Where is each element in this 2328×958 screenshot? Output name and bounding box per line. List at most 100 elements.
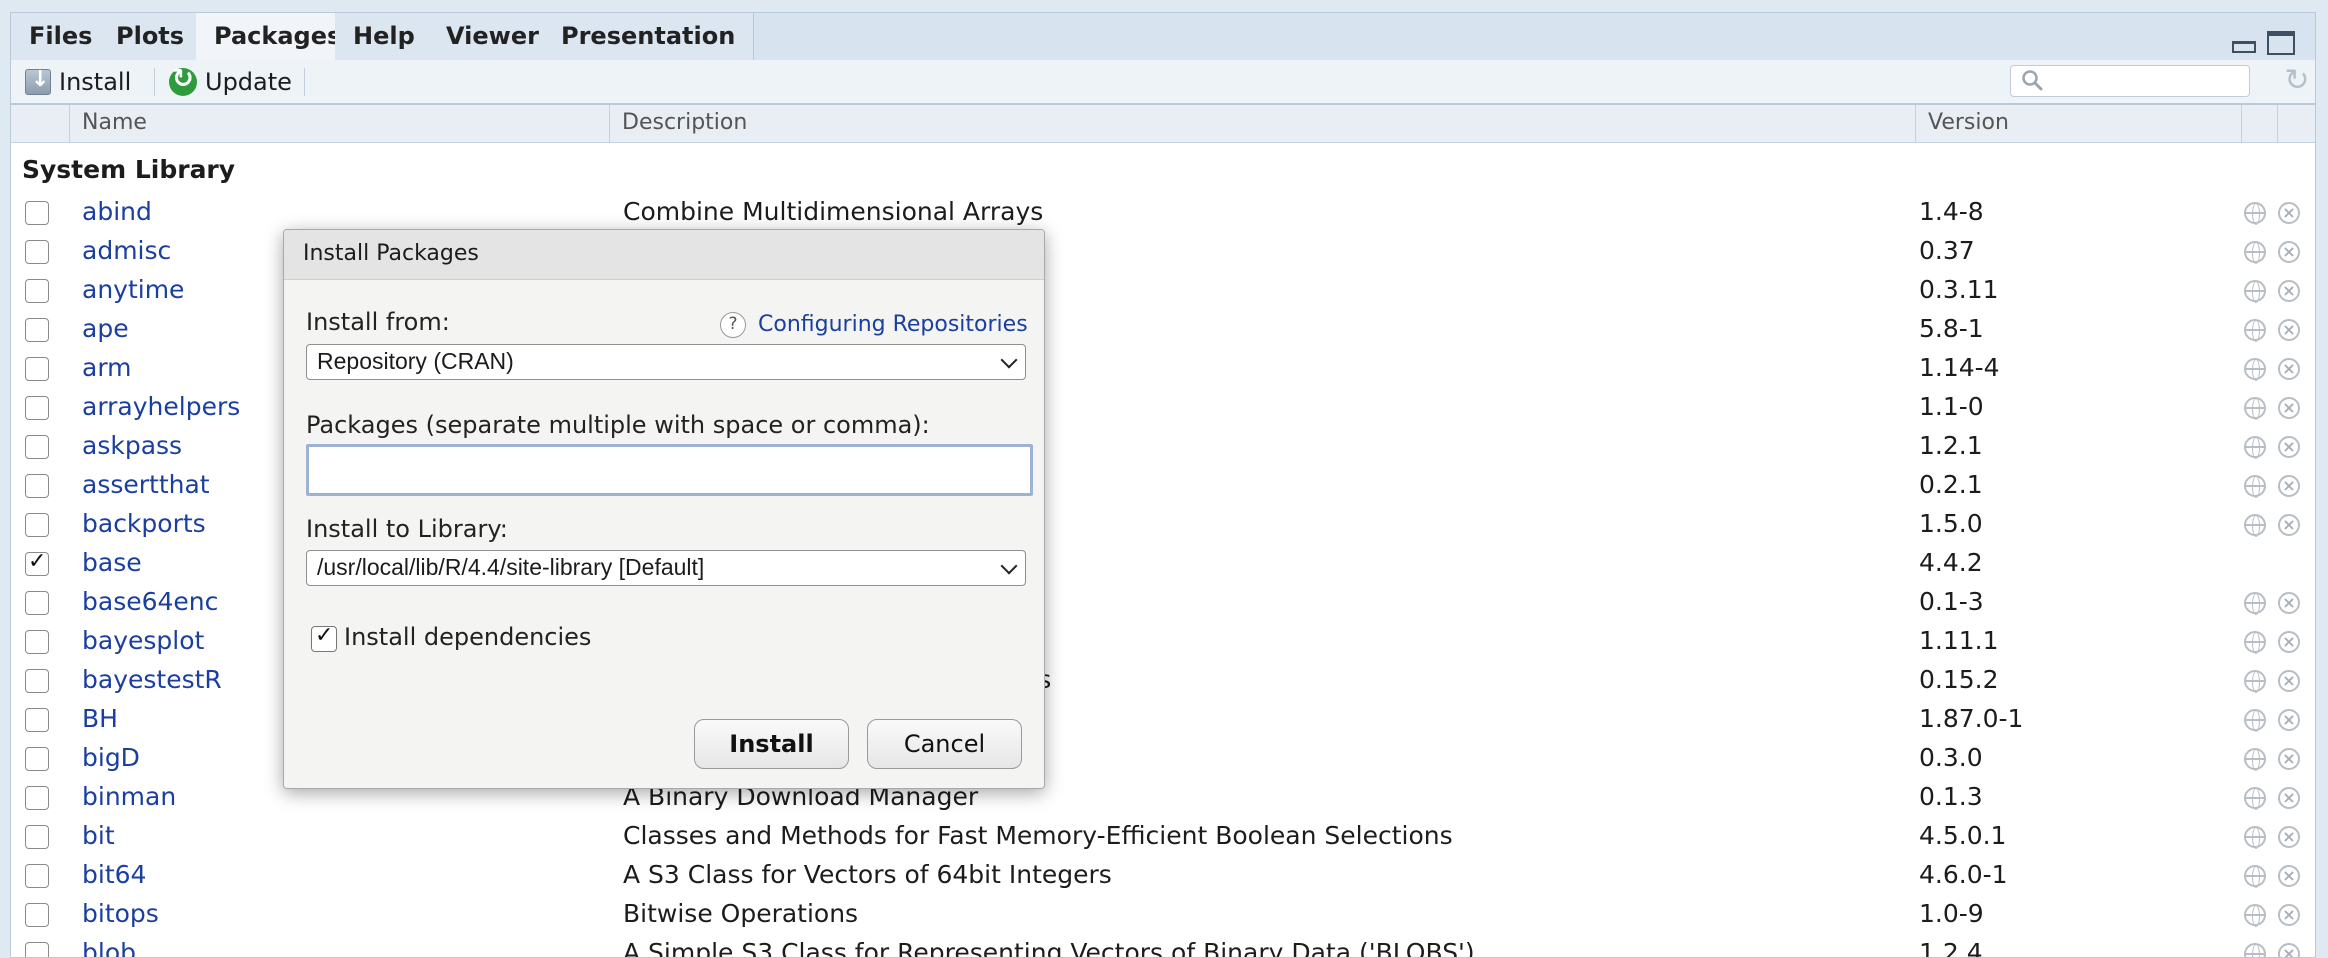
globe-icon[interactable] [2244,592,2266,615]
remove-package-icon[interactable]: × [2278,592,2300,614]
globe-icon[interactable] [2244,748,2266,771]
tab-files[interactable]: Files [11,13,112,60]
package-loaded-checkbox[interactable] [25,786,49,810]
package-name-link[interactable]: abind [82,197,152,226]
package-name-link[interactable]: bayesplot [82,626,204,655]
globe-icon[interactable] [2244,241,2266,264]
globe-icon[interactable] [2244,787,2266,810]
install-dependencies-checkbox[interactable] [311,623,337,652]
package-loaded-checkbox[interactable] [25,864,49,888]
remove-package-icon[interactable]: × [2278,826,2300,848]
package-name-link[interactable]: bitops [82,899,159,928]
header-description[interactable]: Description [609,105,1915,143]
package-loaded-checkbox[interactable] [25,669,49,693]
remove-package-icon[interactable]: × [2278,943,2300,957]
package-name-link[interactable]: bigD [82,743,140,772]
install-button[interactable]: Install [694,719,849,769]
package-loaded-checkbox[interactable] [25,474,49,498]
remove-package-icon[interactable]: × [2278,670,2300,692]
package-loaded-checkbox[interactable] [25,435,49,459]
package-name-link[interactable]: ape [82,314,129,343]
remove-package-icon[interactable]: × [2278,904,2300,926]
header-name[interactable]: Name [69,105,609,143]
globe-icon[interactable] [2244,865,2266,888]
remove-package-icon[interactable]: × [2278,241,2300,263]
remove-package-icon[interactable]: × [2278,475,2300,497]
package-name-link[interactable]: bayestestR [82,665,222,694]
install-packages-button[interactable]: Install [25,60,131,104]
remove-package-icon[interactable]: × [2278,358,2300,380]
install-to-library-select[interactable]: /usr/local/lib/R/4.4/site-library [Defau… [306,550,1026,586]
package-loaded-checkbox[interactable] [25,513,49,537]
tab-plots[interactable]: Plots [98,13,204,60]
package-name-link[interactable]: backports [82,509,206,538]
package-name-link[interactable]: bit64 [82,860,146,889]
package-search-input[interactable] [2010,65,2250,97]
install-dependencies-label[interactable]: Install dependencies [344,623,591,651]
refresh-icon[interactable]: ↻ [2280,64,2314,98]
remove-package-icon[interactable]: × [2278,748,2300,770]
globe-icon[interactable] [2244,514,2266,537]
package-name-link[interactable]: base [82,548,142,577]
package-name-link[interactable]: askpass [82,431,182,460]
package-name-link[interactable]: arrayhelpers [82,392,240,421]
package-name-link[interactable]: base64enc [82,587,218,616]
globe-icon[interactable] [2244,826,2266,849]
package-loaded-checkbox[interactable] [25,240,49,264]
tab-viewer[interactable]: Viewer [428,13,558,60]
help-icon[interactable]: ? [720,312,746,338]
remove-package-icon[interactable]: × [2278,709,2300,731]
package-loaded-checkbox[interactable] [25,747,49,771]
update-packages-button[interactable]: Update [169,60,292,104]
globe-icon[interactable] [2244,280,2266,303]
tab-help[interactable]: Help [335,13,434,60]
globe-icon[interactable] [2244,202,2266,225]
globe-icon[interactable] [2244,943,2266,957]
minimize-pane-icon[interactable] [2230,31,2258,55]
globe-icon[interactable] [2244,709,2266,732]
package-loaded-checkbox[interactable] [25,825,49,849]
install-from-select[interactable]: Repository (CRAN) [306,344,1026,380]
remove-package-icon[interactable]: × [2278,397,2300,419]
header-version[interactable]: Version [1915,105,2241,143]
package-name-link[interactable]: BH [82,704,118,733]
remove-package-icon[interactable]: × [2278,865,2300,887]
remove-package-icon[interactable]: × [2278,202,2300,224]
package-name-link[interactable]: assertthat [82,470,210,499]
remove-package-icon[interactable]: × [2278,319,2300,341]
remove-package-icon[interactable]: × [2278,787,2300,809]
package-name-link[interactable]: arm [82,353,132,382]
package-name-link[interactable]: blob [82,938,136,957]
package-loaded-checkbox[interactable] [25,396,49,420]
globe-icon[interactable] [2244,358,2266,381]
package-name-link[interactable]: bit [82,821,115,850]
tab-presentation[interactable]: Presentation [543,13,755,60]
package-loaded-checkbox[interactable] [25,903,49,927]
remove-package-icon[interactable]: × [2278,514,2300,536]
package-loaded-checkbox[interactable] [25,549,49,576]
remove-package-icon[interactable]: × [2278,631,2300,653]
globe-icon[interactable] [2244,436,2266,459]
globe-icon[interactable] [2244,904,2266,927]
globe-icon[interactable] [2244,475,2266,498]
globe-icon[interactable] [2244,670,2266,693]
packages-input[interactable] [306,444,1033,496]
package-name-link[interactable]: binman [82,782,176,811]
globe-icon[interactable] [2244,319,2266,342]
remove-package-icon[interactable]: × [2278,436,2300,458]
package-loaded-checkbox[interactable] [25,201,49,225]
globe-icon[interactable] [2244,397,2266,420]
package-loaded-checkbox[interactable] [25,630,49,654]
package-loaded-checkbox[interactable] [25,591,49,615]
package-name-link[interactable]: admisc [82,236,171,265]
configuring-repositories-link[interactable]: Configuring Repositories [758,312,1028,337]
package-name-link[interactable]: anytime [82,275,184,304]
package-loaded-checkbox[interactable] [25,708,49,732]
globe-icon[interactable] [2244,631,2266,654]
package-loaded-checkbox[interactable] [25,942,49,957]
maximize-pane-icon[interactable] [2267,31,2295,55]
remove-package-icon[interactable]: × [2278,280,2300,302]
package-loaded-checkbox[interactable] [25,279,49,303]
package-loaded-checkbox[interactable] [25,357,49,381]
cancel-button[interactable]: Cancel [867,719,1022,769]
